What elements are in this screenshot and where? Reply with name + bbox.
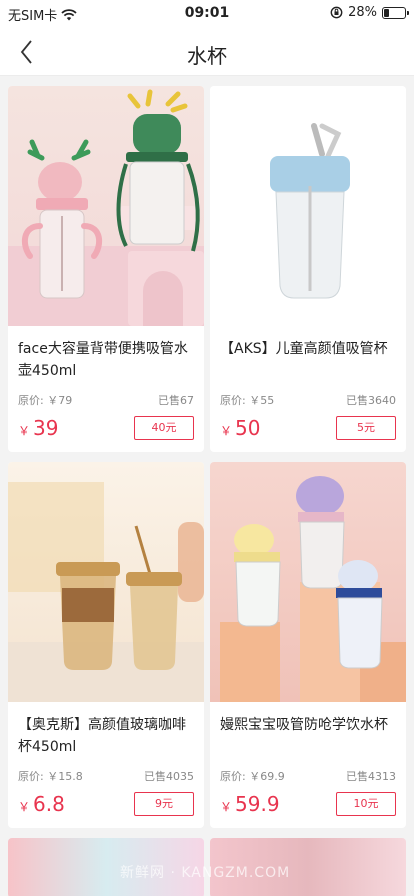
product-card[interactable]: 【奥克斯】高颜值玻璃咖啡杯450ml 原价: ￥15.8 已售4035 ￥ 6.8…: [8, 462, 204, 828]
product-meta: 原价: ￥55 已售3640: [220, 392, 396, 408]
watermark: 新鲜网 · KANGZM.COM: [120, 865, 291, 881]
currency-symbol: ￥: [220, 424, 233, 438]
sold-count: 已售3640: [346, 394, 396, 407]
status-right: 28%: [330, 5, 409, 20]
currency-symbol: ￥: [220, 800, 233, 814]
page-title: 水杯: [187, 44, 227, 68]
product-card[interactable]: 【AKS】儿童高颜值吸管杯 原价: ￥55 已售3640 ￥ 50 5元: [210, 86, 406, 452]
currency-symbol: ￥: [18, 800, 31, 814]
straw-cup-illustration: [270, 123, 350, 299]
coupon-badge[interactable]: 10元: [336, 792, 396, 816]
product-price: ￥ 50: [220, 416, 260, 440]
product-meta: 原价: ￥69.9 已售4313: [220, 768, 396, 784]
coupon-badge[interactable]: 5元: [336, 416, 396, 440]
product-name: 【AKS】儿童高颜值吸管杯: [220, 341, 388, 357]
price-value: 50: [235, 416, 261, 440]
status-bar: 无SIM卡 09:01 28%: [0, 0, 414, 28]
original-price: 原价: ￥55: [220, 394, 275, 407]
sold-count: 已售4313: [346, 770, 396, 783]
sippy-cup-illustration: [220, 476, 406, 702]
product-name: 【奥克斯】高颜值玻璃咖啡杯450ml: [18, 717, 186, 755]
price-value: 39: [33, 416, 59, 440]
product-image[interactable]: [210, 462, 406, 702]
sold-count: 已售4035: [144, 770, 194, 783]
product-meta: 原价: ￥15.8 已售4035: [18, 768, 194, 784]
nav-bar: 水杯: [0, 28, 414, 76]
product-price: ￥ 6.8: [18, 792, 65, 816]
product-meta: 原价: ￥79 已售67: [18, 392, 194, 408]
original-price: 原价: ￥79: [18, 394, 73, 407]
coupon-badge[interactable]: 40元: [134, 416, 194, 440]
product-image[interactable]: [8, 462, 204, 702]
original-price: 原价: ￥15.8: [18, 770, 83, 783]
kids-bottle-illustration: [8, 89, 204, 326]
coffee-cup-illustration: [8, 482, 204, 702]
battery-icon: [382, 6, 409, 19]
product-card[interactable]: 嫚熙宝宝吸管防呛学饮水杯 原价: ￥69.9 已售4313 ￥ 59.9 10元: [210, 462, 406, 828]
product-name: 嫚熙宝宝吸管防呛学饮水杯: [220, 717, 388, 733]
product-image[interactable]: [8, 86, 204, 326]
orientation-lock-icon: [330, 6, 343, 19]
price-value: 59.9: [235, 792, 280, 816]
coupon-badge[interactable]: 9元: [134, 792, 194, 816]
price-value: 6.8: [33, 792, 65, 816]
currency-symbol: ￥: [18, 424, 31, 438]
product-price: ￥ 59.9: [220, 792, 280, 816]
product-card[interactable]: face大容量背带便携吸管水壶450ml 原价: ￥79 已售67 ￥ 39 40…: [8, 86, 204, 452]
product-image[interactable]: [210, 86, 406, 326]
product-name: face大容量背带便携吸管水壶450ml: [18, 341, 188, 379]
original-price: 原价: ￥69.9: [220, 770, 285, 783]
battery-percent: 28%: [348, 5, 377, 20]
product-price: ￥ 39: [18, 416, 58, 440]
sold-count: 已售67: [158, 394, 194, 407]
